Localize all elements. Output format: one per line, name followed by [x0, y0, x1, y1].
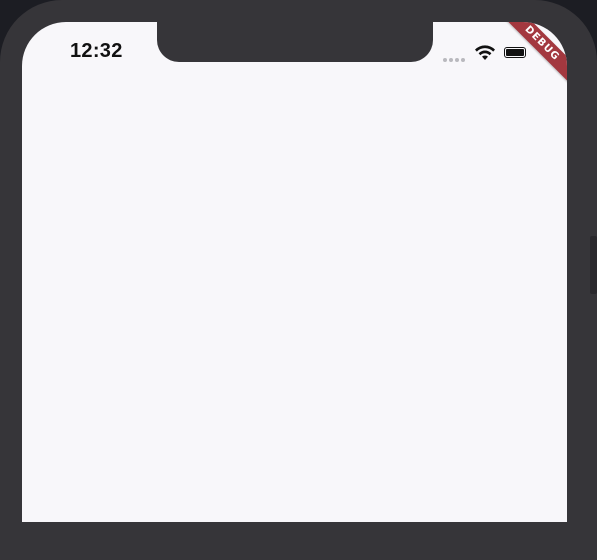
notch: [157, 22, 433, 62]
app-content-area: [22, 82, 567, 522]
battery-icon: [504, 47, 526, 58]
phone-screen: 12:32 DEBUG: [22, 22, 567, 522]
phone-frame: 12:32 DEBUG: [0, 0, 597, 560]
battery-level: [506, 49, 524, 56]
cellular-signal-icon: [443, 58, 465, 62]
status-bar-time: 12:32: [70, 40, 123, 62]
wifi-icon: [475, 45, 495, 60]
side-button: [590, 236, 597, 294]
